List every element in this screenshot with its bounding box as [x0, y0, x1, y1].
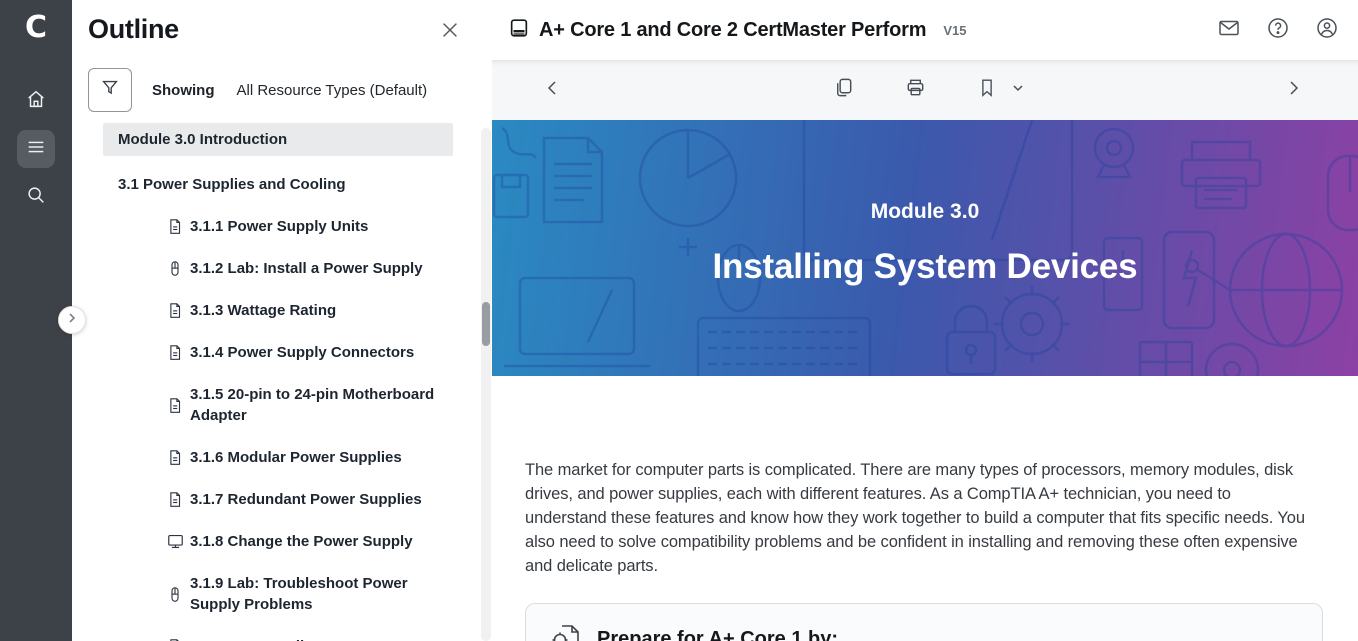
- filter-funnel-icon: [99, 77, 121, 104]
- document-icon: [166, 636, 185, 641]
- account-button[interactable]: [1312, 15, 1342, 45]
- outline-panel: Outline Showing All Resource Types (Defa…: [72, 0, 492, 641]
- outline-item-label: Module 3.0 Introduction: [118, 131, 287, 148]
- outline-item-label: 3.1.7 Redundant Power Supplies: [190, 491, 422, 508]
- envelope-icon: [1217, 16, 1241, 45]
- home-icon: [25, 88, 47, 115]
- page-toolbar: [492, 60, 1358, 120]
- panel-collapse-button[interactable]: [58, 306, 86, 334]
- outline-item[interactable]: 3.1 Power Supplies and Cooling: [103, 168, 453, 201]
- document-icon: [166, 300, 185, 322]
- outline-item[interactable]: 3.1.4 Power Supply Connectors: [103, 336, 453, 369]
- home-button[interactable]: [17, 82, 55, 120]
- document-icon: [166, 216, 185, 238]
- outline-item[interactable]: 3.1.1 Power Supply Units: [103, 210, 453, 243]
- outline-item-label: 3.1.5 20-pin to 24-pin Motherboard Adapt…: [190, 386, 434, 424]
- previous-page-button[interactable]: [536, 73, 570, 107]
- outline-item[interactable]: Module 3.0 Introduction: [103, 123, 453, 156]
- person-circle-icon: [1315, 16, 1339, 45]
- bookmark-menu-caret[interactable]: [1012, 81, 1024, 99]
- comptia-logo: C: [25, 10, 47, 46]
- course-version-badge: V15: [943, 23, 966, 38]
- document-icon: [166, 489, 185, 511]
- document-icon: [166, 394, 185, 416]
- monitor-icon: [166, 531, 185, 553]
- outline-item[interactable]: 3.1.6 Modular Power Supplies: [103, 441, 453, 474]
- outline-item[interactable]: 3.1.9 Lab: Troubleshoot Power Supply Pro…: [103, 567, 453, 621]
- outline-scrollbar-track[interactable]: [481, 128, 491, 641]
- showing-label: Showing: [152, 82, 215, 99]
- outline-item-label: 3.1.4 Power Supply Connectors: [190, 344, 414, 361]
- outline-button[interactable]: [17, 130, 55, 168]
- bookmark-icon: [976, 77, 998, 104]
- app: C Outline: [0, 0, 1358, 641]
- chevron-left-icon: [544, 79, 562, 102]
- next-page-button[interactable]: [1276, 73, 1310, 107]
- mouse-icon: [166, 583, 185, 605]
- search-button[interactable]: [17, 178, 55, 216]
- outline-list: Module 3.0 Introduction 3.1 Power Supplie…: [103, 123, 453, 641]
- bookmark-button[interactable]: [970, 73, 1004, 107]
- module-hero-banner: Module 3.0 Installing System Devices: [492, 120, 1358, 376]
- printer-icon: [904, 76, 927, 104]
- chevron-right-icon: [66, 311, 78, 329]
- outline-item[interactable]: 3.1.2 Lab: Install a Power Supply: [103, 252, 453, 285]
- hero-module-label: Module 3.0: [871, 200, 980, 224]
- lesson-content: Module 3.0 Installing System Devices The…: [492, 120, 1358, 641]
- outline-item[interactable]: 3.1.10 Fan Cooling Systems: [103, 630, 453, 641]
- copy-pages-icon: [832, 76, 855, 104]
- outline-item-label: 3.1.3 Wattage Rating: [190, 302, 336, 319]
- outline-item[interactable]: 3.1.5 20-pin to 24-pin Motherboard Adapt…: [103, 378, 453, 432]
- outline-item-label: 3.1.2 Lab: Install a Power Supply: [190, 260, 423, 277]
- outline-item[interactable]: 3.1.7 Redundant Power Supplies: [103, 483, 453, 516]
- main-area: A+ Core 1 and Core 2 CertMaster Perform …: [492, 0, 1358, 641]
- question-circle-icon: [1266, 16, 1290, 45]
- mouse-icon: [166, 258, 185, 280]
- copy-button[interactable]: [826, 73, 860, 107]
- filter-button[interactable]: [88, 68, 132, 112]
- outline-scrollbar-thumb[interactable]: [482, 302, 490, 346]
- prepare-heading: Prepare for A+ Core 1 by:: [597, 628, 838, 641]
- book-icon: [508, 17, 530, 44]
- outline-item-label: 3.1.1 Power Supply Units: [190, 218, 368, 235]
- intro-paragraph: The market for computer parts is complic…: [525, 458, 1315, 578]
- outline-item[interactable]: 3.1.3 Wattage Rating: [103, 294, 453, 327]
- help-button[interactable]: [1263, 15, 1293, 45]
- outline-item-label: 3.1 Power Supplies and Cooling: [118, 176, 346, 193]
- outline-item-label: 3.1.9 Lab: Troubleshoot Power Supply Pro…: [190, 575, 408, 613]
- close-outline-button[interactable]: [436, 18, 464, 46]
- document-gear-icon: [550, 621, 582, 641]
- outline-item-label: 3.1.6 Modular Power Supplies: [190, 449, 402, 466]
- document-icon: [166, 342, 185, 364]
- menu-icon: [25, 136, 47, 163]
- messages-button[interactable]: [1214, 15, 1244, 45]
- chevron-right-icon: [1284, 79, 1302, 102]
- outline-item[interactable]: 3.1.8 Change the Power Supply: [103, 525, 453, 558]
- document-icon: [166, 447, 185, 469]
- print-button[interactable]: [898, 73, 932, 107]
- prepare-callout: Prepare for A+ Core 1 by:: [525, 603, 1323, 641]
- course-header: A+ Core 1 and Core 2 CertMaster Perform …: [492, 0, 1358, 60]
- search-icon: [25, 184, 47, 211]
- course-title: A+ Core 1 and Core 2 CertMaster Perform: [539, 19, 926, 42]
- close-icon: [439, 19, 461, 46]
- filter-value: All Resource Types (Default): [237, 82, 428, 99]
- hero-module-title: Installing System Devices: [713, 247, 1138, 287]
- outline-title: Outline: [88, 14, 179, 45]
- outline-item-label: 3.1.8 Change the Power Supply: [190, 533, 413, 550]
